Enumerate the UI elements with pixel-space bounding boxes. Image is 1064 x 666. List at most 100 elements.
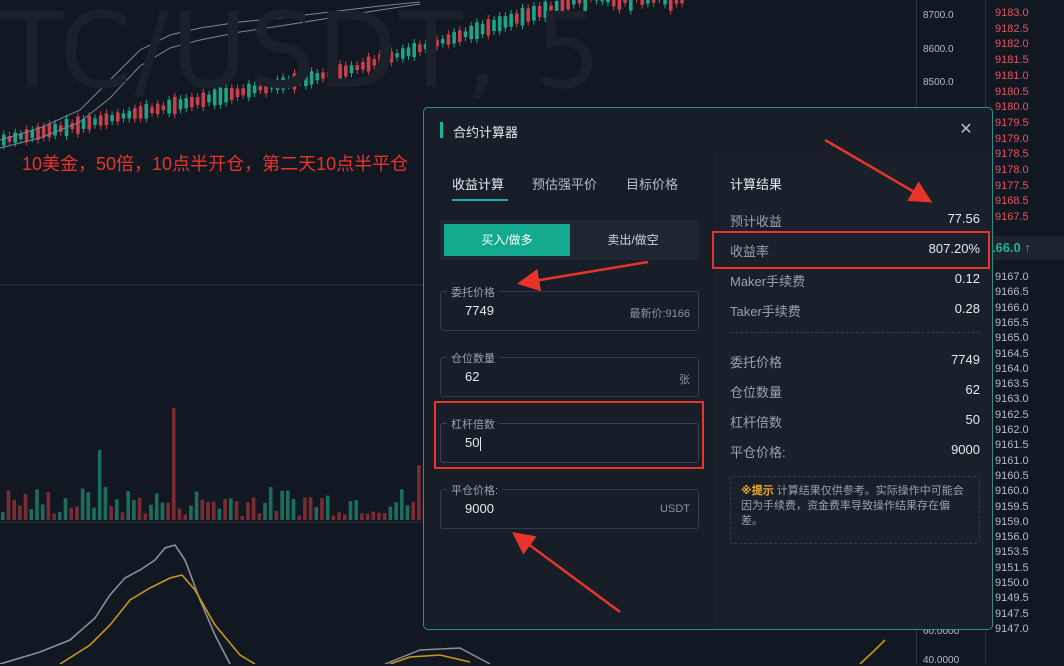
active-tab-underline	[452, 199, 508, 201]
orderbook-ask-price[interactable]: 9178.5	[995, 148, 1029, 160]
orderbook-bid-price[interactable]: 9147.5	[995, 608, 1029, 620]
close-price-unit: USDT	[660, 503, 690, 515]
orderbook-ask-price[interactable]: 9182.5	[995, 23, 1029, 35]
volume-bar	[132, 500, 136, 520]
orderbook-ask-price[interactable]: 9168.5	[995, 195, 1029, 207]
close-icon[interactable]: ✕	[956, 120, 976, 140]
quantity-label: 仓位数量	[447, 350, 499, 366]
orderbook-ask-price[interactable]: 9181.5	[995, 54, 1029, 66]
volume-bar	[137, 497, 142, 520]
orderbook-ask-price[interactable]: 9179.0	[995, 133, 1029, 145]
volume-bar	[246, 502, 250, 520]
orderbook-bid-price[interactable]: 9151.5	[995, 562, 1029, 574]
orderbook-bid-price[interactable]: 9153.5	[995, 546, 1029, 558]
orderbook-bid-price[interactable]: 9159.5	[995, 501, 1029, 513]
buy-long-button[interactable]: 买入/做多	[444, 224, 570, 256]
close-price-field[interactable]: 平仓价格: 9000 USDT	[440, 482, 699, 529]
volume-bar	[52, 513, 56, 520]
volume-bar	[360, 513, 364, 520]
volume-bar	[35, 489, 39, 520]
volume-bar	[75, 506, 79, 520]
volume-bar	[166, 502, 170, 520]
volume-bar	[200, 499, 205, 520]
summary-close-price-label: 平仓价格:	[730, 445, 786, 460]
taker-fee-value: 0.28	[954, 301, 980, 316]
orderbook-ask-price[interactable]: 9178.0	[995, 164, 1029, 176]
orderbook-bid-price[interactable]: 9167.0	[995, 271, 1029, 283]
volume-bar	[172, 408, 176, 520]
volume-bar	[280, 490, 284, 520]
volume-bar	[23, 494, 28, 520]
orderbook-bid-price[interactable]: 9156.0	[995, 531, 1029, 543]
note-tag: ※提示	[741, 485, 774, 497]
volume-bar	[234, 501, 239, 520]
volume-bar	[405, 505, 410, 520]
sell-short-button[interactable]: 卖出/做空	[570, 224, 696, 256]
volume-bar	[320, 498, 324, 520]
orderbook-ask-price[interactable]: 9180.0	[995, 101, 1029, 113]
orderbook-bid-price[interactable]: 9166.0	[995, 302, 1029, 314]
volume-bar	[314, 507, 319, 520]
orderbook-bid-price[interactable]: 9160.0	[995, 485, 1029, 497]
result-divider	[730, 332, 980, 333]
price-tick: 8500.0	[923, 77, 954, 88]
orderbook-bid-price[interactable]: 9164.0	[995, 363, 1029, 375]
volume-bar	[417, 465, 421, 520]
orderbook-bid-price[interactable]: 9149.5	[995, 592, 1029, 604]
orderbook-ask-price[interactable]: 9182.0	[995, 38, 1029, 50]
volume-bar	[29, 509, 34, 520]
orderbook-bid-price[interactable]: 9165.0	[995, 332, 1029, 344]
orderbook-bid-price[interactable]: 9161.5	[995, 439, 1029, 451]
orderbook-bid-price[interactable]: 9163.0	[995, 393, 1029, 405]
orderbook-ask-price[interactable]: 9181.0	[995, 70, 1029, 82]
volume-bar	[400, 489, 404, 520]
orderbook-bid-price[interactable]: 9161.0	[995, 455, 1029, 467]
volume-bar	[251, 497, 256, 520]
orderbook-ask-price[interactable]: 9177.5	[995, 180, 1029, 192]
volume-bar	[268, 487, 273, 520]
order-price-label: 委托价格	[447, 284, 499, 300]
taker-fee-label: Taker手续费	[730, 304, 801, 319]
volume-bar	[194, 491, 199, 520]
volume-bar	[337, 512, 341, 520]
volume-bar	[149, 504, 153, 520]
orderbook-bid-price[interactable]: 9162.0	[995, 424, 1029, 436]
orderbook-ask-price[interactable]: 9183.0	[995, 7, 1029, 19]
orderbook-bid-price[interactable]: 9159.0	[995, 516, 1029, 528]
close-price-value[interactable]: 9000	[465, 501, 494, 516]
orderbook-bid-price[interactable]: 9147.0	[995, 623, 1029, 635]
side-toggle: 买入/做多 卖出/做空	[440, 220, 699, 260]
volume-bar	[86, 492, 91, 520]
expected-profit-value: 77.56	[947, 211, 980, 226]
volume-bar	[286, 490, 290, 520]
price-tick: 8700.0	[923, 10, 954, 21]
orderbook-bid-price[interactable]: 9163.5	[995, 378, 1029, 390]
volume-bar	[354, 500, 358, 520]
tab-liquidation-price[interactable]: 预估强平价	[532, 174, 597, 193]
orderbook-ask-price[interactable]: 9167.5	[995, 211, 1029, 223]
volume-bar	[394, 502, 398, 520]
orderbook-ask-price[interactable]: 9180.5	[995, 86, 1029, 98]
orderbook-bid-price[interactable]: 9164.5	[995, 348, 1029, 360]
orderbook-ask-price[interactable]: 9179.5	[995, 117, 1029, 129]
volume-bar	[411, 502, 415, 520]
latest-price-hint: 最新价:9166	[629, 308, 690, 320]
yield-highlight-box	[712, 231, 990, 269]
orderbook-bid-price[interactable]: 9162.5	[995, 409, 1029, 421]
orderbook-bid-price[interactable]: 9160.5	[995, 470, 1029, 482]
result-panel: 计算结果 预计收益 77.56 收益率 807.20% Maker手续费 0.1…	[714, 152, 992, 629]
tab-profit-calc[interactable]: 收益计算	[452, 174, 504, 193]
order-price-value[interactable]: 7749	[465, 303, 494, 318]
volume-bar	[160, 502, 165, 520]
orderbook-bid-price[interactable]: 9166.5	[995, 286, 1029, 298]
quantity-field[interactable]: 仓位数量 62 张	[440, 350, 699, 397]
quantity-value[interactable]: 62	[465, 369, 479, 384]
order-price-field[interactable]: 委托价格 7749 最新价:9166	[440, 284, 699, 331]
volume-bar	[183, 514, 187, 520]
tab-target-price[interactable]: 目标价格	[626, 174, 678, 193]
orderbook: 9183.0 9182.5 9182.0 9181.5 9181.0 9180.5 9180…	[985, 0, 1064, 664]
orderbook-bid-price[interactable]: 9150.0	[995, 577, 1029, 589]
volume-bar	[303, 497, 307, 520]
orderbook-bid-price[interactable]: 9165.5	[995, 317, 1029, 329]
volume-bar	[58, 511, 62, 520]
